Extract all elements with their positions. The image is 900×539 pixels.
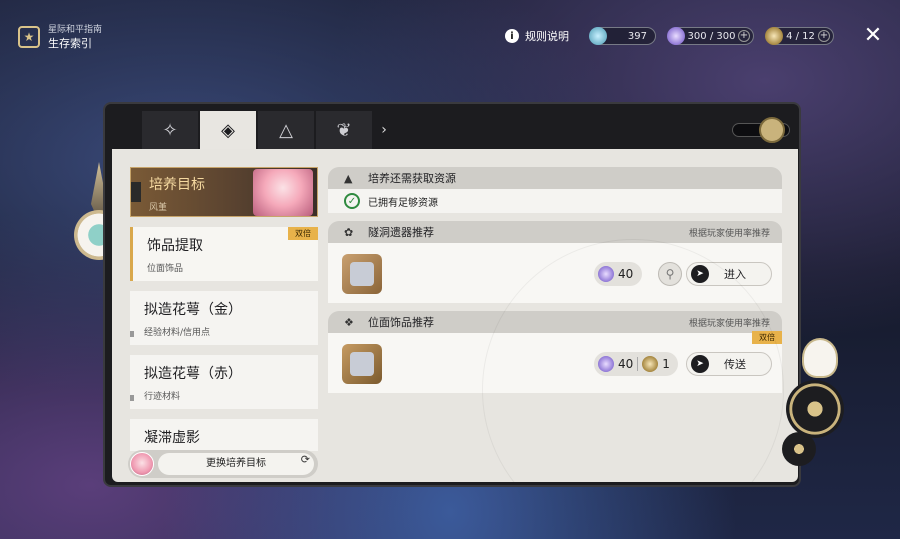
content-area: 培养目标 风堇 饰品提取 位面饰品 双倍 拟造花萼（金） 经验材料/信用点 拟造… — [112, 149, 798, 482]
needed-resources-status: ✓ 已拥有足够资源 — [328, 189, 782, 213]
bird-mascot-icon — [802, 338, 838, 378]
cavern-note: 根据玩家使用率推荐 — [688, 228, 770, 239]
add-stamina-button[interactable]: + — [738, 30, 750, 42]
material-item-stagnant-shadow[interactable]: 凝滞虚影 — [130, 419, 318, 451]
enter-label: 进入 — [724, 268, 746, 281]
brand-title: 生存索引 — [48, 37, 92, 50]
planar-header: ❖ 位面饰品推荐 根据玩家使用率推荐 — [328, 311, 782, 333]
material-item-calyx-crimson[interactable]: 拟造花萼（赤） 行迹材料 — [130, 355, 318, 409]
reserve-counter: 4 / 12 + — [765, 27, 834, 45]
status-text: 已拥有足够资源 — [368, 197, 438, 209]
triangle-icon: ▲ — [344, 171, 353, 185]
cavern-cost: 40 — [594, 262, 642, 286]
cavern-relic-thumbnail[interactable] — [342, 254, 382, 294]
material-name: 凝滞虚影 — [144, 430, 200, 446]
material-desc: 经验材料/信用点 — [144, 328, 211, 338]
material-name: 拟造花萼（金） — [144, 302, 242, 318]
character-portrait — [253, 169, 313, 216]
add-reserve-button[interactable]: + — [818, 30, 830, 42]
planar-cost-value: 40 — [618, 357, 634, 371]
fuel-icon — [765, 27, 783, 45]
teleport-label: 传送 — [724, 358, 746, 371]
item-tick — [130, 331, 134, 337]
material-item-relic-extraction[interactable]: 饰品提取 位面饰品 双倍 — [130, 227, 318, 281]
relic-set-icon: ✿ — [344, 225, 354, 239]
top-bar: ★ 星际和平指南 生存索引 i 规则说明 397 300 / 300 + 4 /… — [0, 0, 900, 70]
tab-bar: ✧ ◈ △ ❦ › — [112, 111, 798, 149]
double-badge: 双倍 — [752, 331, 782, 344]
planar-cost2-value: 1 — [662, 357, 670, 371]
currency-1-value: 397 — [627, 30, 647, 42]
check-icon: ✓ — [344, 193, 360, 209]
cultivation-target-card[interactable]: 培养目标 风堇 — [130, 167, 318, 217]
needed-resources-title: 培养还需获取资源 — [368, 172, 456, 185]
divider — [637, 357, 639, 371]
refresh-icon: ⟳ — [300, 453, 310, 466]
rules-button[interactable]: i 规则说明 — [505, 28, 569, 44]
change-target-button[interactable]: 更换培养目标 — [158, 453, 314, 475]
stamina-counter: 300 / 300 + — [667, 27, 754, 45]
rules-label: 规则说明 — [525, 30, 569, 43]
cavern-recommendation: 40 ⚲ ➤ 进入 — [328, 243, 782, 303]
change-target-bar: 更换培养目标 ⟳ — [128, 450, 318, 478]
planar-ornament-thumbnail[interactable] — [342, 344, 382, 384]
chevron-right-icon[interactable]: › — [376, 111, 392, 149]
fuel-icon — [642, 356, 659, 372]
stamina-icon — [598, 266, 614, 282]
location-pin-icon[interactable]: ⚲ — [658, 262, 682, 286]
stamina-icon — [598, 356, 614, 372]
material-desc: 位面饰品 — [147, 264, 184, 274]
stamina-icon — [667, 27, 685, 45]
stamina-value: 300 / 300 — [687, 30, 736, 42]
tab-cultivation-icon[interactable]: ◈ — [200, 111, 256, 149]
planar-ornament-icon: ❖ — [344, 315, 354, 329]
material-name: 拟造花萼（赤） — [144, 366, 242, 382]
planar-title: 位面饰品推荐 — [368, 316, 434, 329]
profile-toggle[interactable] — [732, 117, 790, 143]
emblem-icon — [759, 117, 785, 143]
ornament-right — [782, 338, 852, 468]
tab-guide-icon[interactable]: ✧ — [142, 111, 198, 149]
cultivation-panel: ✧ ◈ △ ❦ › 培养目标 风堇 饰品提取 位面饰品 双倍 拟造花萼（金） 经… — [103, 102, 801, 487]
material-item-calyx-golden[interactable]: 拟造花萼（金） 经验材料/信用点 — [130, 291, 318, 345]
oneiric-shard-icon — [589, 27, 607, 45]
info-icon: i — [505, 29, 519, 43]
target-marker — [131, 182, 141, 202]
target-column: 培养目标 风堇 饰品提取 位面饰品 双倍 拟造花萼（金） 经验材料/信用点 拟造… — [130, 167, 318, 451]
planar-recommendation: 双倍 40 1 ➤ 传送 — [328, 331, 782, 393]
cavern-title: 隧洞遗器推荐 — [368, 226, 434, 239]
currency-1-counter: 397 — [589, 27, 656, 45]
close-icon[interactable]: ✕ — [862, 25, 884, 48]
tab-echo-icon[interactable]: △ — [258, 111, 314, 149]
brand: ★ 星际和平指南 生存索引 — [18, 22, 102, 51]
reserve-value: 4 / 12 — [786, 30, 815, 42]
teleport-button[interactable]: ➤ 传送 — [686, 352, 772, 376]
cavern-header: ✿ 隧洞遗器推荐 根据玩家使用率推荐 — [328, 221, 782, 243]
flower-ornament-icon — [782, 432, 816, 466]
enter-button[interactable]: ➤ 进入 — [686, 262, 772, 286]
guide-logo-icon: ★ — [18, 25, 40, 48]
arrow-icon: ➤ — [691, 265, 709, 283]
item-tick — [130, 395, 134, 401]
navigation-icon: ➤ — [691, 355, 709, 373]
planar-note: 根据玩家使用率推荐 — [688, 318, 770, 329]
brand-subtitle: 星际和平指南 — [48, 25, 103, 35]
tab-lotus-icon[interactable]: ❦ — [316, 111, 372, 149]
planar-cost: 40 1 — [594, 352, 678, 376]
material-desc: 行迹材料 — [144, 392, 181, 402]
cavern-cost-value: 40 — [618, 267, 634, 281]
recommendation-column: ▲ 培养还需获取资源 ✓ 已拥有足够资源 ✿ 隧洞遗器推荐 根据玩家使用率推荐 … — [328, 167, 782, 393]
target-avatar — [130, 452, 154, 476]
double-badge: 双倍 — [288, 227, 318, 240]
needed-resources-header: ▲ 培养还需获取资源 — [328, 167, 782, 189]
flower-ornament-icon — [786, 380, 844, 438]
